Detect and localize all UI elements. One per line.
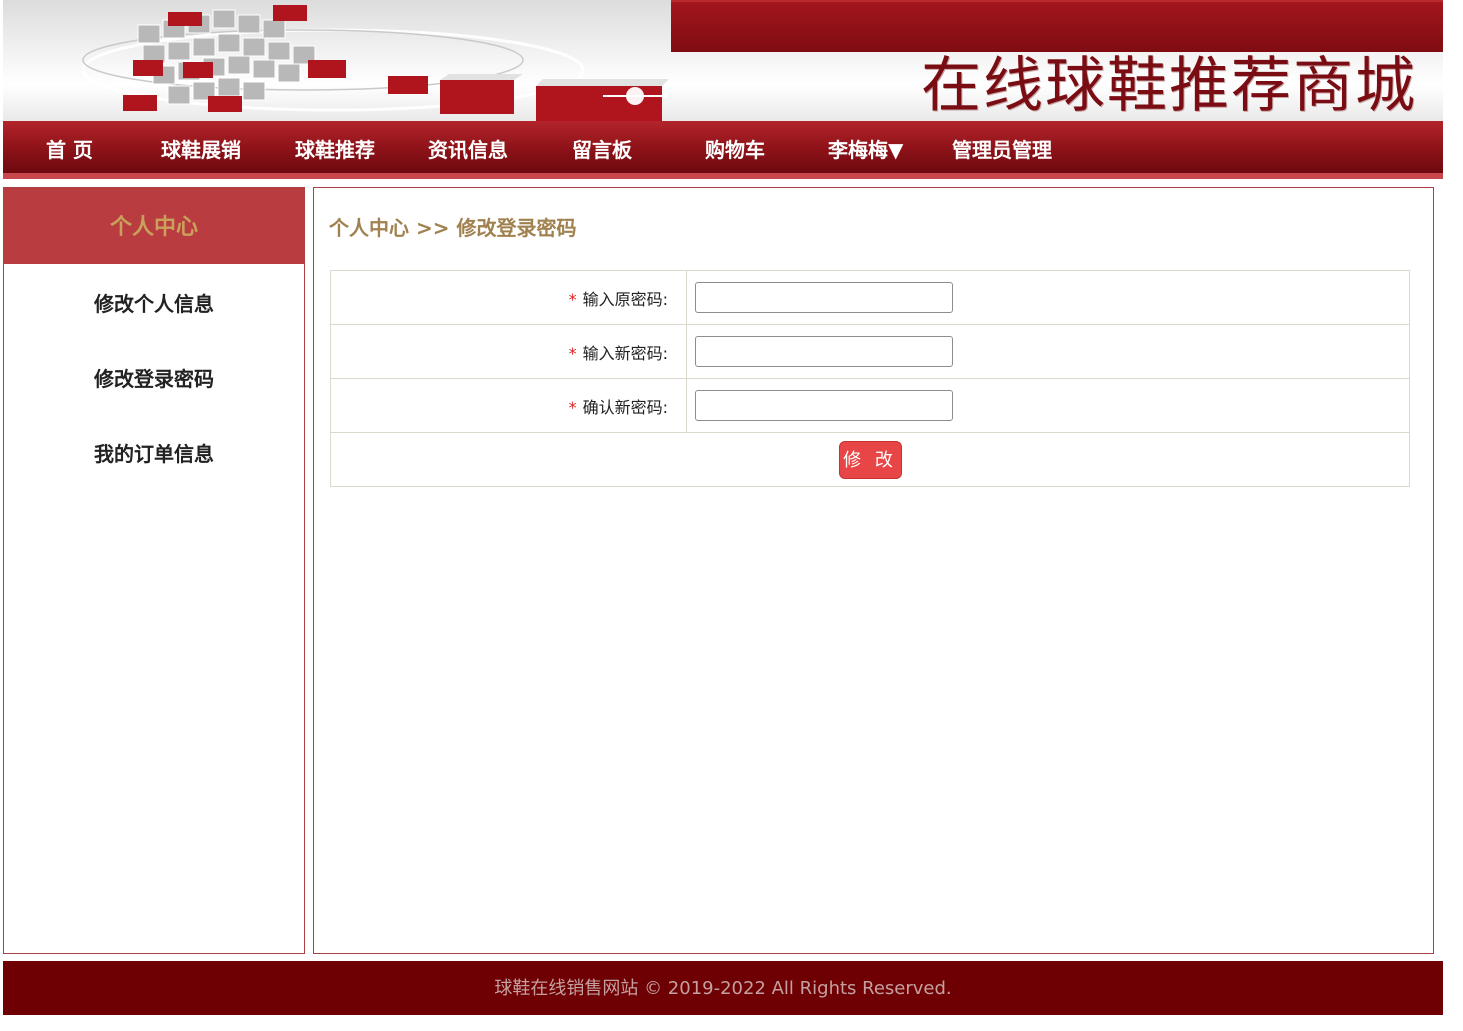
field-input-cell bbox=[686, 378, 1410, 433]
required-mark: * bbox=[568, 343, 577, 363]
nav-item-news[interactable]: 资讯信息 bbox=[428, 121, 508, 173]
cubes-banner-graphic bbox=[81, 5, 669, 121]
confirm-password-label: 确认新密码: bbox=[582, 397, 668, 417]
field-label-cell: * 输入新密码: bbox=[330, 324, 687, 379]
page: 在线球鞋推荐商城 首 页 球鞋展销 球鞋推荐 资讯信息 留言板 购物车 李梅梅▼… bbox=[0, 0, 1463, 1031]
submit-button[interactable]: 修 改 bbox=[838, 440, 902, 479]
footer: 球鞋在线销售网站 © 2019-2022 All Rights Reserved… bbox=[3, 961, 1443, 1015]
confirm-password-input[interactable] bbox=[695, 390, 953, 421]
field-input-cell bbox=[686, 270, 1410, 325]
nav-item-admin[interactable]: 管理员管理 bbox=[952, 121, 1052, 173]
nav-item-home[interactable]: 首 页 bbox=[46, 121, 93, 173]
nav-item-message-board[interactable]: 留言板 bbox=[572, 121, 632, 173]
nav-item-user-menu[interactable]: 李梅梅▼ bbox=[828, 121, 903, 173]
field-label-cell: * 输入原密码: bbox=[330, 270, 687, 325]
nav-item-sneaker-recommend[interactable]: 球鞋推荐 bbox=[295, 121, 375, 173]
main-panel: 个人中心 >> 修改登录密码 * 输入原密码: * 输入新密码: * 确认新密码… bbox=[313, 187, 1434, 954]
sidebar-item-my-orders[interactable]: 我的订单信息 bbox=[4, 438, 304, 467]
field-input-cell bbox=[686, 324, 1410, 379]
form-row: 修 改 bbox=[330, 432, 1410, 487]
nav-item-sneaker-sales[interactable]: 球鞋展销 bbox=[161, 121, 241, 173]
form-row: * 确认新密码: bbox=[330, 378, 1410, 433]
sidebar: 个人中心 修改个人信息 修改登录密码 我的订单信息 bbox=[3, 187, 305, 954]
submit-cell: 修 改 bbox=[330, 432, 1410, 487]
header-banner: 在线球鞋推荐商城 bbox=[3, 0, 1443, 121]
old-password-input[interactable] bbox=[695, 282, 953, 313]
old-password-label: 输入原密码: bbox=[582, 289, 668, 309]
required-mark: * bbox=[568, 289, 577, 309]
form-row: * 输入新密码: bbox=[330, 324, 1410, 379]
sidebar-heading: 个人中心 bbox=[4, 188, 304, 264]
main-nav: 首 页 球鞋展销 球鞋推荐 资讯信息 留言板 购物车 李梅梅▼ 管理员管理 bbox=[3, 121, 1443, 179]
nav-item-cart[interactable]: 购物车 bbox=[705, 121, 765, 173]
new-password-label: 输入新密码: bbox=[582, 343, 668, 363]
sidebar-item-edit-profile[interactable]: 修改个人信息 bbox=[4, 288, 304, 317]
form-row: * 输入原密码: bbox=[330, 270, 1410, 325]
field-label-cell: * 确认新密码: bbox=[330, 378, 687, 433]
required-mark: * bbox=[568, 397, 577, 417]
banner-red-stripe bbox=[671, 2, 1443, 52]
change-password-form: * 输入原密码: * 输入新密码: * 确认新密码: 修 改 bbox=[330, 270, 1410, 487]
site-title: 在线球鞋推荐商城 bbox=[921, 51, 1417, 121]
sidebar-item-change-password[interactable]: 修改登录密码 bbox=[4, 363, 304, 392]
breadcrumb: 个人中心 >> 修改登录密码 bbox=[329, 216, 577, 240]
new-password-input[interactable] bbox=[695, 336, 953, 367]
